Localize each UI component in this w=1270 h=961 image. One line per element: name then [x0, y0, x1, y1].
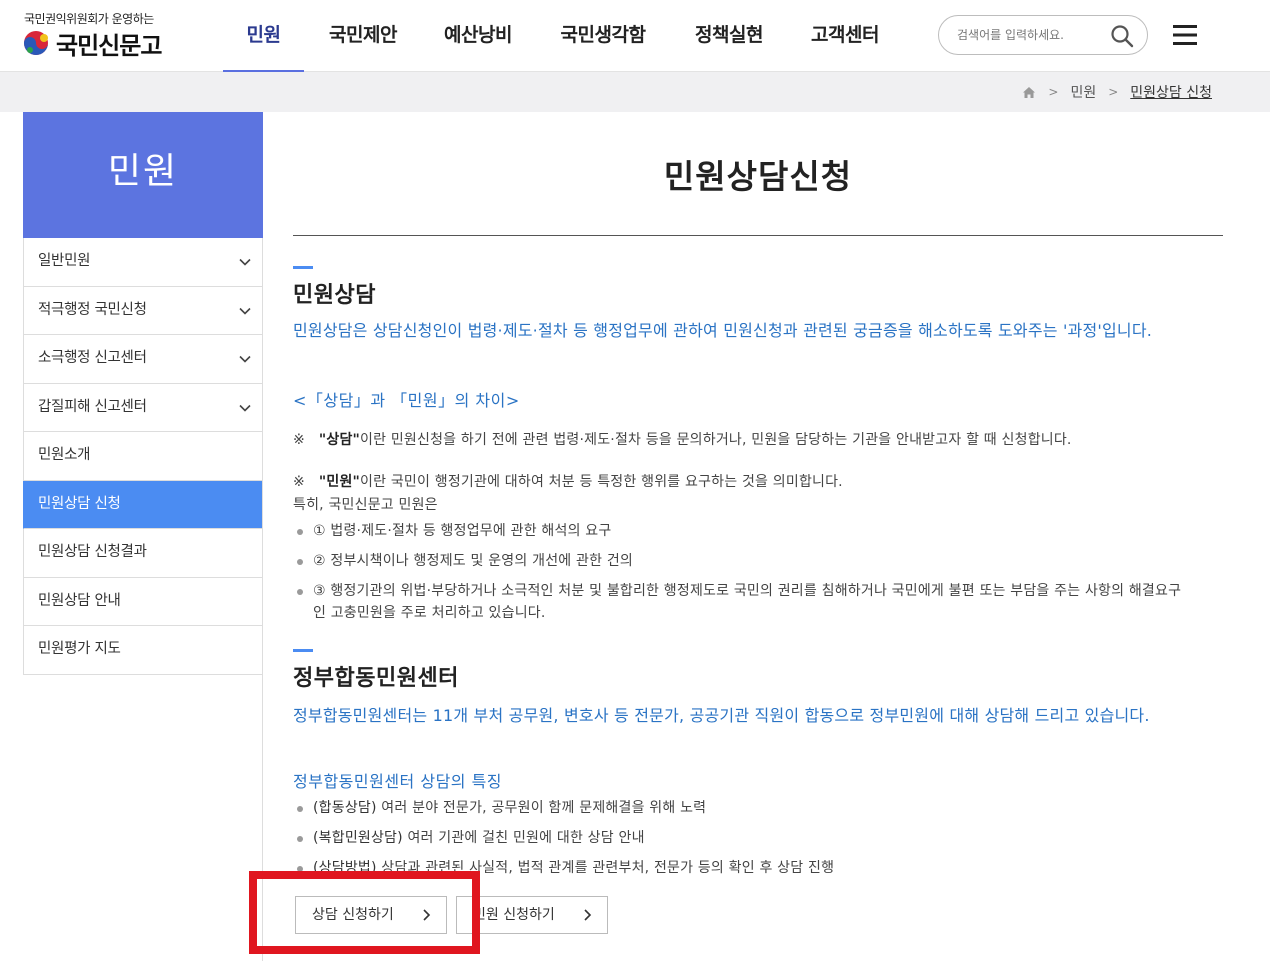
list-item: ② 정부시책이나 행정제도 및 운영의 개선에 관한 건의	[297, 550, 1197, 572]
section-accent-bar	[293, 649, 313, 652]
list-item: (합동상담) 여러 분야 전문가, 공무원이 함께 문제해결을 위해 노력	[297, 797, 1197, 819]
feature-label: (복합민원상담)	[313, 830, 403, 846]
feature-text: 상담과 관련된 사실적, 법적 관계를 관련부처, 전문가 등의 확인 후 상담…	[376, 860, 835, 876]
taegeuk-logo-icon	[24, 31, 48, 55]
note-text: 이란 민원신청을 하기 전에 관련 법령·제도·절차 등을 문의하거나, 민원을…	[360, 432, 1072, 448]
nav-item-national-proposal[interactable]: 국민제안	[304, 0, 422, 72]
sidebar-item-label: 소극행정 신고센터	[38, 350, 147, 366]
chevron-right-icon	[584, 909, 592, 921]
feature-label: (상담방법)	[313, 860, 377, 876]
note-term-consultation: "상담"	[318, 432, 361, 448]
nav-item-policy[interactable]: 정책실현	[672, 0, 786, 72]
sidebar-item-label: 민원상담 신청	[38, 495, 121, 512]
sidebar-item-petition-intro[interactable]: 민원소개	[23, 432, 262, 481]
home-icon[interactable]	[1022, 86, 1036, 99]
sidebar-item-label: 민원소개	[38, 447, 91, 463]
sidebar-title: 민원	[23, 112, 263, 238]
nav-item-public-opinion[interactable]: 국민생각함	[534, 0, 672, 72]
list-item: (복합민원상담) 여러 기관에 걸친 민원에 대한 상담 안내	[297, 827, 1197, 849]
chevron-right-icon: >	[1108, 85, 1119, 99]
main-nav: 민원 국민제안 예산낭비 국민생각함 정책실현 고객센터	[223, 0, 904, 72]
button-label: 민원 신청하기	[473, 907, 555, 923]
sidebar-item-consult-guide[interactable]: 민원상담 안내	[23, 577, 262, 626]
petition-types-list: ① 법령·제도·절차 등 행정업무에 관한 해석의 요구 ② 정부시책이나 행정…	[297, 520, 1197, 632]
petition-request-button[interactable]: 민원 신청하기	[456, 896, 608, 934]
section-accent-bar	[293, 266, 313, 269]
nav-item-civil-petition[interactable]: 민원	[223, 0, 304, 72]
section-title-consultation: 민원상담	[293, 283, 376, 308]
joint-center-features-heading: 정부합동민원센터 상담의 특징	[293, 772, 503, 791]
feature-label: (합동상담)	[313, 800, 377, 816]
sidebar-item-label: 갑질피해 신고센터	[38, 398, 147, 415]
feature-text: 여러 기관에 걸친 민원에 대한 상담 안내	[402, 830, 645, 846]
hamburger-menu-icon[interactable]	[1170, 22, 1200, 48]
sidebar-item-evaluation-map[interactable]: 민원평가 지도	[23, 626, 262, 675]
search-input[interactable]	[957, 25, 1107, 45]
note-text: 이란 국민이 행정기관에 대하여 처분 등 특정한 행위를 요구하는 것을 의미…	[360, 474, 843, 490]
note-mark: ※	[293, 474, 305, 490]
section-title-joint-center: 정부합동민원센터	[293, 666, 459, 691]
sidebar-item-label: 일반민원	[38, 253, 91, 269]
note-term-petition: "민원"	[318, 474, 361, 490]
consult-request-button[interactable]: 상담 신청하기	[295, 896, 447, 934]
nav-item-budget-waste[interactable]: 예산낭비	[422, 0, 534, 72]
logo-subtitle: 국민권익위원회가 운영하는	[24, 12, 154, 26]
divider	[293, 235, 1223, 236]
logo[interactable]: 국민권익위원회가 운영하는 국민신문고	[22, 10, 182, 66]
sidebar-item-proactive-admin[interactable]: 적극행정 국민신청	[23, 286, 262, 335]
nav-item-customer-center[interactable]: 고객센터	[786, 0, 904, 72]
note-petition: ※ "민원"이란 국민이 행정기관에 대하여 처분 등 특정한 행위를 요구하는…	[293, 471, 1193, 493]
main-content: 민원상담신청 민원상담 민원상담은 상담신청인이 법령·제도·절차 등 행정업무…	[293, 112, 1223, 961]
sidebar: 민원 일반민원 적극행정 국민신청 소극행정 신고센터 갑질피해 신고센터 민원…	[23, 112, 263, 961]
logo-name: 국민신문고	[56, 31, 162, 60]
chevron-right-icon: >	[1048, 85, 1059, 99]
search-box	[938, 15, 1148, 55]
sidebar-item-gapjil-report[interactable]: 갑질피해 신고센터	[23, 383, 262, 432]
site-header: 국민권익위원회가 운영하는 국민신문고 민원 국민제안 예산낭비 국민생각함 정…	[0, 0, 1270, 72]
chevron-down-icon	[239, 404, 251, 412]
page-title: 민원상담신청	[663, 157, 853, 196]
joint-center-description: 정부합동민원센터는 11개 부처 공무원, 변호사 등 전문가, 공공기관 직원…	[293, 706, 1150, 725]
sidebar-item-passive-admin-report[interactable]: 소극행정 신고센터	[23, 335, 262, 384]
search-icon[interactable]	[1109, 23, 1135, 49]
sidebar-item-consult-results[interactable]: 민원상담 신청결과	[23, 529, 262, 578]
joint-center-features-list: (합동상담) 여러 분야 전문가, 공무원이 함께 문제해결을 위해 노력 (복…	[297, 797, 1197, 887]
feature-text: 여러 분야 전문가, 공무원이 함께 문제해결을 위해 노력	[376, 800, 707, 816]
chevron-down-icon	[239, 258, 251, 266]
breadcrumb-current[interactable]: 민원상담 신청	[1130, 82, 1212, 102]
sidebar-item-label: 민원상담 안내	[38, 592, 121, 609]
consultation-description: 민원상담은 상담신청인이 법령·제도·절차 등 행정업무에 관하여 민원신청과 …	[293, 321, 1153, 340]
sidebar-item-general-petition[interactable]: 일반민원	[23, 238, 262, 287]
breadcrumb-bar: > 민원 > 민원상담 신청	[0, 72, 1270, 112]
sidebar-item-label: 민원상담 신청결과	[38, 544, 147, 560]
list-item: ① 법령·제도·절차 등 행정업무에 관한 해석의 요구	[297, 520, 1197, 542]
note-consultation: ※ "상담"이란 민원신청을 하기 전에 관련 법령·제도·절차 등을 문의하거…	[293, 429, 1193, 451]
sidebar-item-consult-request[interactable]: 민원상담 신청	[23, 480, 262, 529]
list-item: (상담방법) 상담과 관련된 사실적, 법적 관계를 관련부처, 전문가 등의 …	[297, 857, 1197, 879]
note-petition-extra: 특히, 국민신문고 민원은	[293, 497, 438, 513]
note-mark: ※	[293, 432, 305, 448]
button-label: 상담 신청하기	[312, 907, 394, 923]
chevron-down-icon	[239, 355, 251, 363]
chevron-right-icon	[423, 909, 431, 921]
consult-vs-petition-heading: <「상담」과 「민원」의 차이>	[293, 391, 520, 410]
sidebar-menu: 일반민원 적극행정 국민신청 소극행정 신고센터 갑질피해 신고센터 민원소개 …	[23, 238, 262, 675]
chevron-down-icon	[239, 307, 251, 315]
breadcrumb: > 민원 > 민원상담 신청	[1022, 82, 1212, 102]
sidebar-item-label: 민원평가 지도	[38, 641, 121, 657]
sidebar-item-label: 적극행정 국민신청	[38, 301, 147, 318]
breadcrumb-level1[interactable]: 민원	[1070, 82, 1096, 102]
list-item: ③ 행정기관의 위법·부당하거나 소극적인 처분 및 불합리한 행정제도로 국민…	[297, 580, 1187, 624]
